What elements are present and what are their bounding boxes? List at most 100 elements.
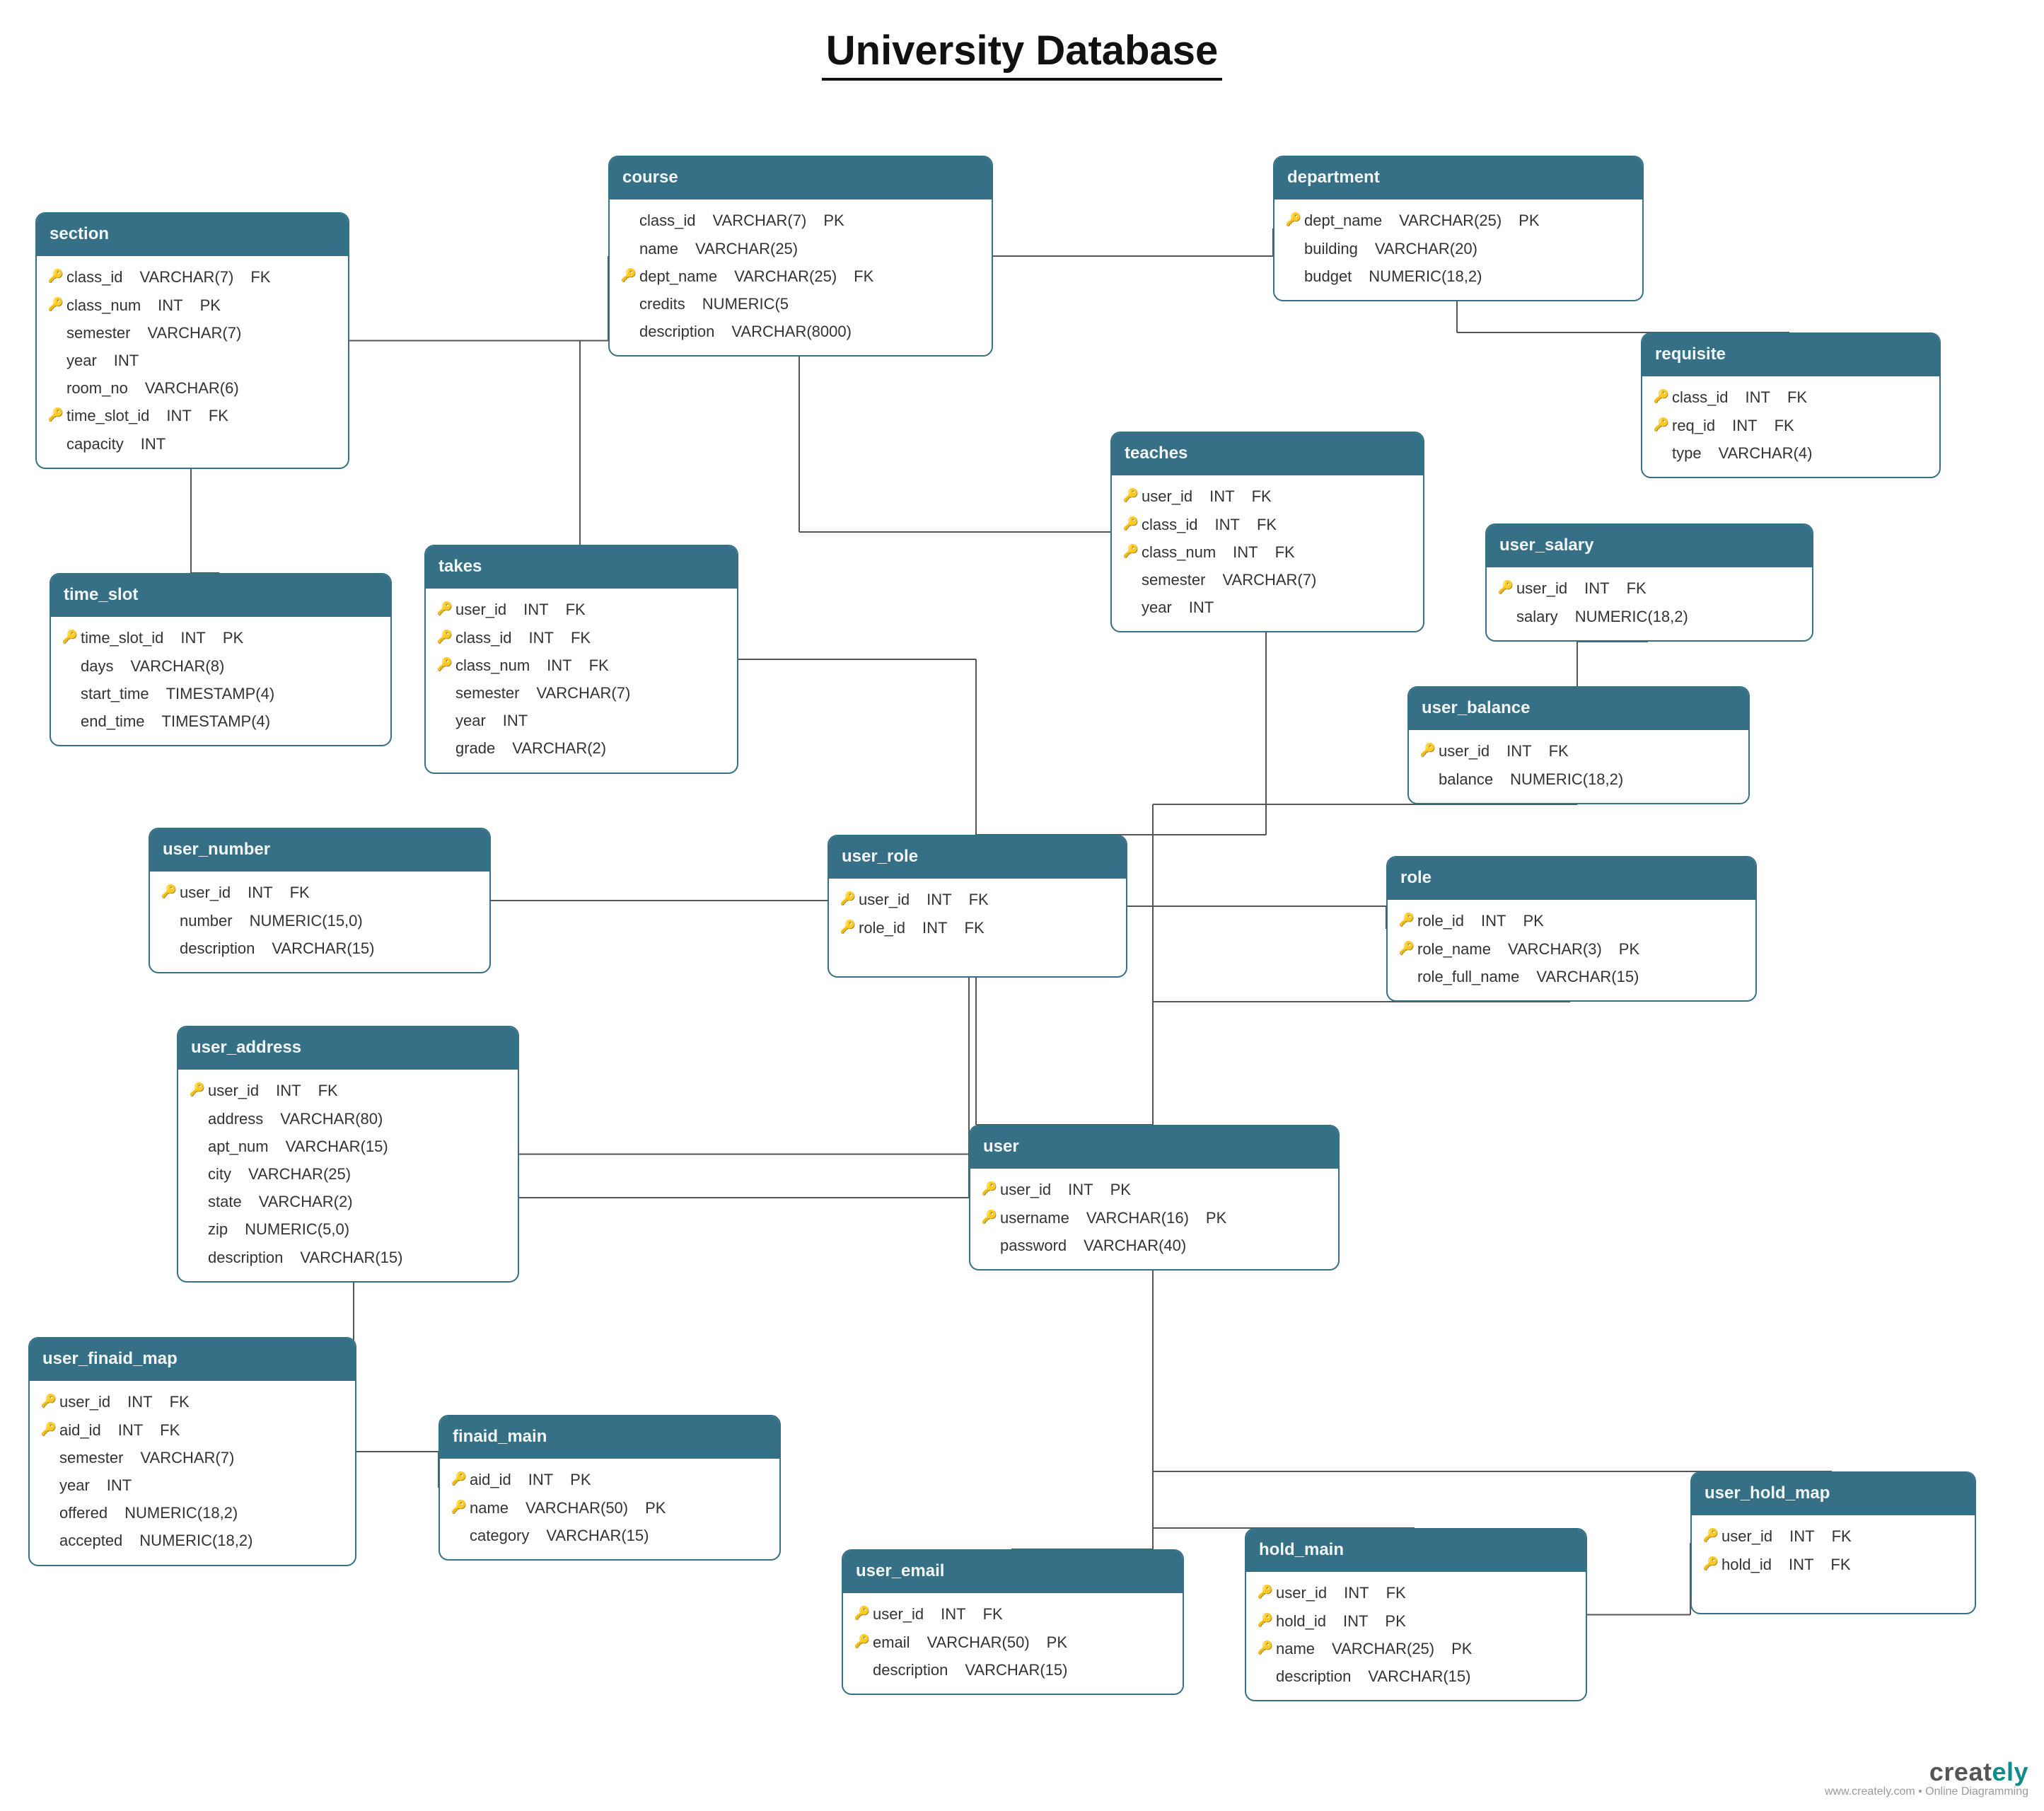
column-row: descriptionVARCHAR(15) xyxy=(158,935,481,962)
column-name: aid_id xyxy=(59,1418,101,1442)
table-body: class_idVARCHAR(7)PK nameVARCHAR(25)🔑dep… xyxy=(610,199,992,355)
column-cells: zipNUMERIC(5,0) xyxy=(208,1217,366,1242)
table-department[interactable]: department🔑dept_nameVARCHAR(25)PK buildi… xyxy=(1273,156,1644,301)
column-extra: FK xyxy=(1275,540,1295,565)
column-cells: categoryVARCHAR(15) xyxy=(470,1523,666,1548)
column-type: VARCHAR(25) xyxy=(248,1162,351,1186)
table-user_role[interactable]: user_role🔑user_idINTFK🔑role_idINTFK xyxy=(828,835,1127,978)
column-name: class_id xyxy=(455,625,511,650)
column-extra: FK xyxy=(170,1389,190,1414)
column-name: description xyxy=(873,1657,948,1682)
column-cells: yearINT xyxy=(59,1473,149,1498)
column-type: VARCHAR(3) xyxy=(1508,937,1602,961)
table-user_balance[interactable]: user_balance🔑user_idINTFK balanceNUMERIC… xyxy=(1407,686,1750,804)
table-role[interactable]: role🔑role_idINTPK🔑role_nameVARCHAR(3)PK … xyxy=(1386,856,1757,1002)
table-body: 🔑user_idINTFK addressVARCHAR(80) apt_num… xyxy=(178,1070,518,1280)
column-type: NUMERIC(18,2) xyxy=(1575,604,1688,629)
column-row: acceptedNUMERIC(18,2) xyxy=(38,1527,347,1554)
column-row: 🔑role_nameVARCHAR(3)PK xyxy=(1396,935,1747,963)
table-header: hold_main xyxy=(1246,1529,1586,1572)
column-name: apt_num xyxy=(208,1134,269,1159)
table-name: user_finaid_map xyxy=(42,1349,178,1368)
column-extra: FK xyxy=(854,264,873,289)
column-row: 🔑dept_nameVARCHAR(25)FK xyxy=(618,262,983,290)
column-type: INT xyxy=(528,1467,553,1492)
column-cells: user_idINTFK xyxy=(1439,739,1569,763)
key-icon: 🔑 xyxy=(1417,739,1439,760)
column-type: VARCHAR(7) xyxy=(147,320,241,345)
table-user_email[interactable]: user_email🔑user_idINTFK🔑emailVARCHAR(50)… xyxy=(842,1549,1184,1695)
column-type: INT xyxy=(528,625,553,650)
column-cells: semesterVARCHAR(7) xyxy=(66,320,258,345)
column-type: INT xyxy=(1344,1580,1369,1605)
table-user_salary[interactable]: user_salary🔑user_idINTFK salaryNUMERIC(1… xyxy=(1485,523,1813,642)
column-cells: class_idINTFK xyxy=(1142,512,1277,537)
column-row: semesterVARCHAR(7) xyxy=(38,1444,347,1471)
key-icon xyxy=(38,1500,59,1522)
column-cells: role_nameVARCHAR(3)PK xyxy=(1417,937,1639,961)
table-hold_main[interactable]: hold_main🔑user_idINTFK🔑hold_idINTPK🔑name… xyxy=(1245,1528,1587,1701)
column-row: yearINT xyxy=(434,707,728,734)
column-cells: class_numINTPK xyxy=(66,293,221,318)
column-extra: FK xyxy=(571,625,591,650)
table-takes[interactable]: takes🔑user_idINTFK🔑class_idINTFK🔑class_n… xyxy=(424,545,738,774)
table-header: requisite xyxy=(1642,334,1939,376)
column-extra: FK xyxy=(160,1418,180,1442)
column-cells: budgetNUMERIC(18,2) xyxy=(1304,264,1499,289)
table-name: hold_main xyxy=(1259,1540,1344,1559)
column-extra: FK xyxy=(1257,512,1277,537)
column-name: email xyxy=(873,1630,910,1655)
column-name: role_id xyxy=(1417,908,1464,933)
table-teaches[interactable]: teaches🔑user_idINTFK🔑class_idINTFK🔑class… xyxy=(1110,432,1424,632)
table-requisite[interactable]: requisite🔑class_idINTFK🔑req_idINTFK type… xyxy=(1641,332,1941,478)
key-icon: 🔑 xyxy=(618,264,639,286)
column-type: NUMERIC(15,0) xyxy=(250,908,363,933)
column-row: 🔑user_idINTFK xyxy=(1255,1579,1577,1607)
column-type: VARCHAR(2) xyxy=(512,736,606,760)
column-name: time_slot_id xyxy=(81,625,163,650)
column-extra: PK xyxy=(1385,1609,1405,1633)
table-user[interactable]: user🔑user_idINTPK🔑usernameVARCHAR(16)PK … xyxy=(969,1125,1340,1271)
column-extra: PK xyxy=(1110,1177,1131,1202)
column-type: VARCHAR(7) xyxy=(536,681,630,705)
column-row: 🔑user_idINTFK xyxy=(1120,482,1415,510)
table-section[interactable]: section🔑class_idVARCHAR(7)FK🔑class_numIN… xyxy=(35,212,349,469)
table-name: user_email xyxy=(856,1561,944,1580)
column-extra: PK xyxy=(645,1495,666,1520)
column-extra: PK xyxy=(1619,937,1639,961)
table-user_finaid_map[interactable]: user_finaid_map🔑user_idINTFK🔑aid_idINTFK… xyxy=(28,1337,356,1566)
table-user_hold_map[interactable]: user_hold_map🔑user_idINTFK🔑hold_idINTFK xyxy=(1690,1471,1976,1614)
column-extra: PK xyxy=(1523,908,1544,933)
column-type: VARCHAR(80) xyxy=(280,1106,383,1131)
table-course[interactable]: course class_idVARCHAR(7)PK nameVARCHAR(… xyxy=(608,156,993,357)
column-cells: acceptedNUMERIC(18,2) xyxy=(59,1528,269,1553)
key-icon xyxy=(1255,1664,1276,1686)
key-icon: 🔑 xyxy=(1700,1552,1721,1574)
column-type: INT xyxy=(127,1389,152,1414)
column-name: class_id xyxy=(639,208,695,233)
table-header: user_number xyxy=(150,829,489,872)
column-cells: apt_numVARCHAR(15) xyxy=(208,1134,405,1159)
key-icon xyxy=(434,681,455,702)
column-cells: semesterVARCHAR(7) xyxy=(1142,567,1333,592)
column-name: description xyxy=(639,319,714,344)
column-type: VARCHAR(15) xyxy=(1536,964,1639,989)
table-user_number[interactable]: user_number🔑user_idINTFK numberNUMERIC(1… xyxy=(149,828,491,973)
table-user_address[interactable]: user_address🔑user_idINTFK addressVARCHAR… xyxy=(177,1026,519,1283)
table-finaid_main[interactable]: finaid_main🔑aid_idINTPK🔑nameVARCHAR(50)P… xyxy=(439,1415,781,1561)
column-cells: descriptionVARCHAR(8000) xyxy=(639,319,869,344)
table-time_slot[interactable]: time_slot🔑time_slot_idINTPK daysVARCHAR(… xyxy=(50,573,392,746)
column-row: 🔑user_idINTFK xyxy=(1700,1522,1966,1550)
table-name: user_number xyxy=(163,840,270,859)
column-extra: FK xyxy=(1252,484,1272,509)
column-type: INT xyxy=(1481,908,1506,933)
column-type: VARCHAR(7) xyxy=(139,265,233,289)
column-cells: semesterVARCHAR(7) xyxy=(59,1445,251,1470)
column-cells: emailVARCHAR(50)PK xyxy=(873,1630,1067,1655)
table-header: user_email xyxy=(843,1551,1183,1593)
key-icon: 🔑 xyxy=(448,1467,470,1489)
column-type: NUMERIC(5,0) xyxy=(245,1217,349,1242)
column-extra: FK xyxy=(589,653,609,678)
column-name: year xyxy=(59,1473,90,1498)
table-header: section xyxy=(37,214,348,256)
